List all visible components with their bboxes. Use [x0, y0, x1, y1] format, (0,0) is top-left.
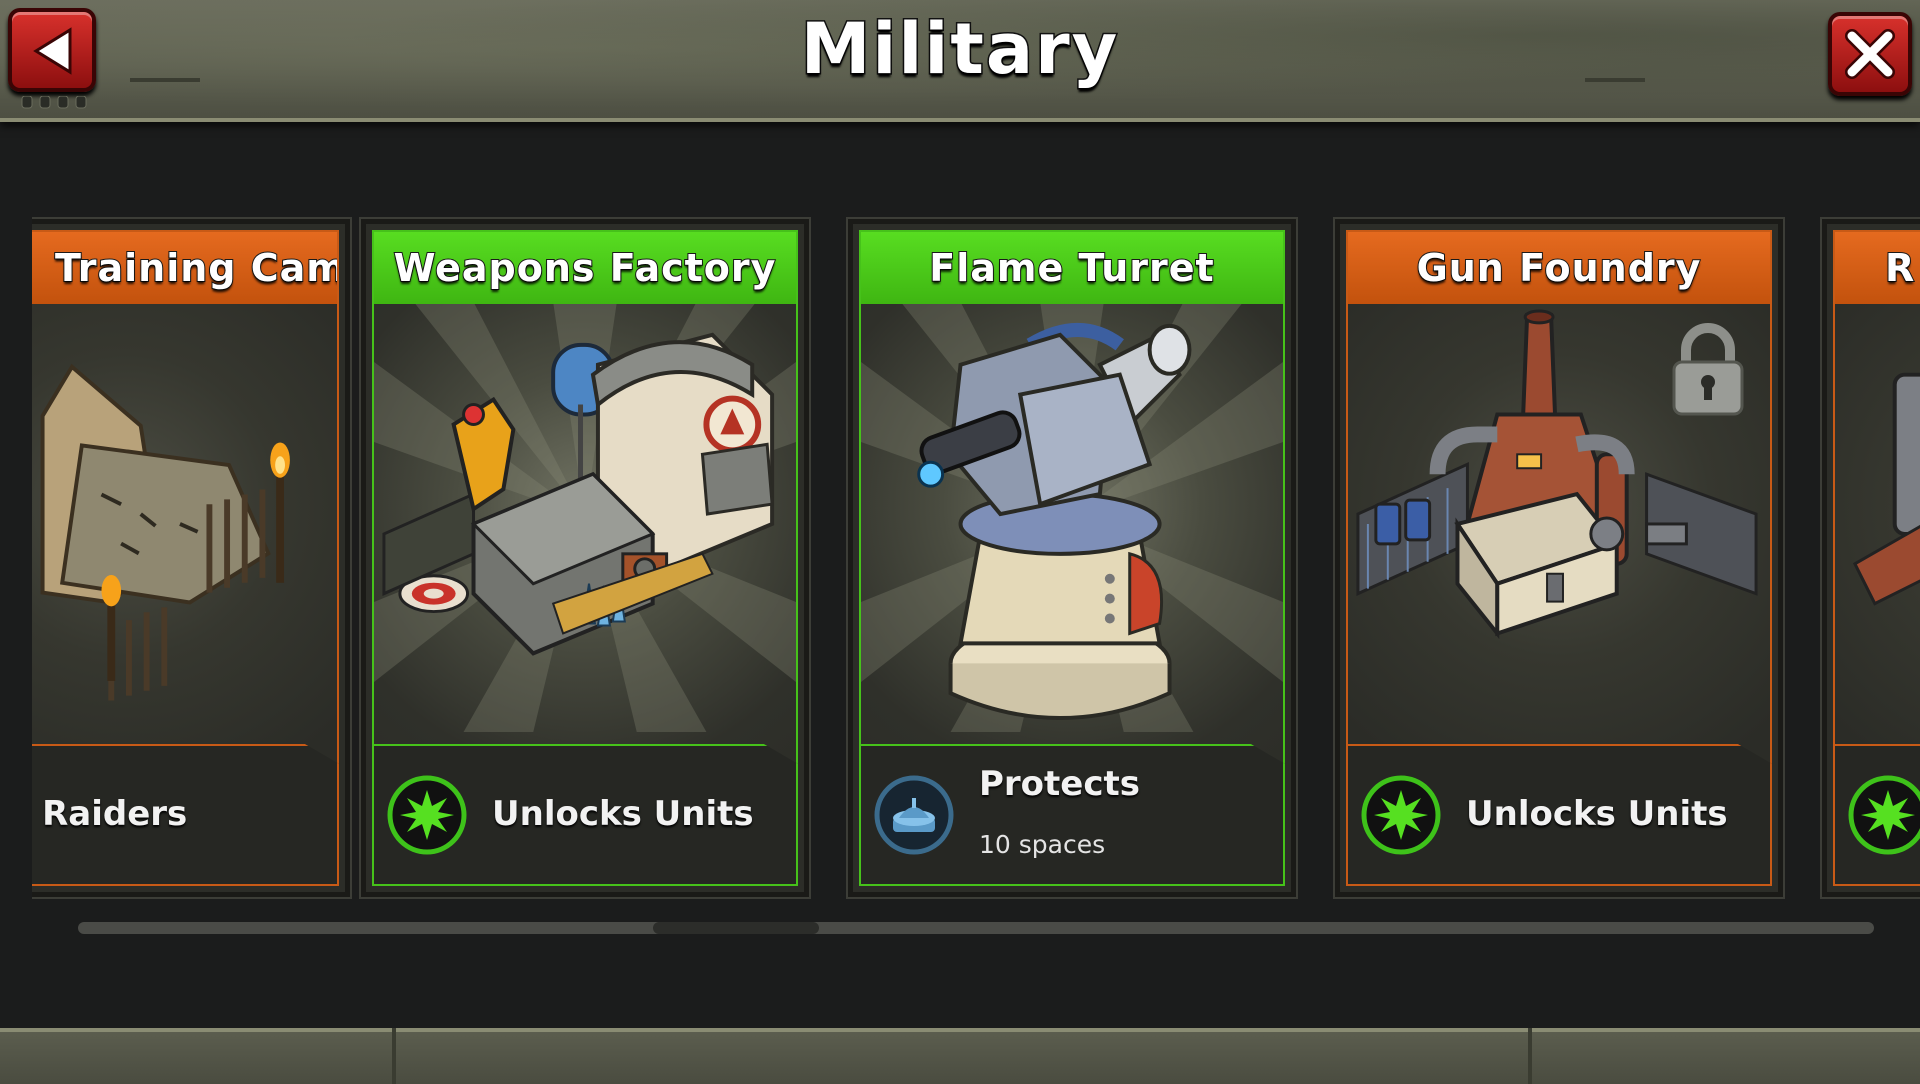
card-info-text: Protects — [979, 764, 1141, 804]
back-arrow-icon — [33, 27, 72, 75]
green-starburst-icon — [1848, 775, 1920, 855]
building-card-flame-turret[interactable]: Flame Turret Protects 10 spaces — [848, 219, 1296, 897]
weapons-factory-illustration — [382, 332, 775, 656]
flame-turret-illustration — [917, 323, 1192, 721]
card-info-subtext: 10 spaces — [979, 830, 1106, 859]
scrollbar-thumb[interactable] — [653, 922, 819, 934]
card-info-panel — [1833, 744, 1920, 886]
card-info-panel: Unlocks Units — [372, 744, 798, 886]
card-info-panel: Trains Raiders — [32, 744, 339, 886]
card-title: Flame Turret — [861, 232, 1283, 304]
building-illustration — [1852, 372, 1920, 606]
horizontal-scrollbar[interactable] — [78, 922, 1874, 934]
building-card-training-camp[interactable]: Training Camp Trains Raiders — [32, 219, 350, 897]
card-info-text: Unlocks Units — [492, 794, 754, 834]
lock-icon — [1672, 323, 1744, 416]
building-card-weapons-factory[interactable]: Weapons Factory Unlocks Units — [361, 219, 809, 897]
card-title: Training Camp — [32, 232, 337, 304]
page-title: Military — [799, 7, 1120, 92]
card-title: Gun Foundry — [1348, 232, 1770, 304]
card-title: Weapons Factory — [374, 232, 796, 304]
top-bar: Military — [0, 0, 1920, 122]
card-title: R — [1835, 232, 1920, 304]
card-info-text: Unlocks Units — [1466, 794, 1728, 834]
green-starburst-icon — [1361, 775, 1441, 855]
back-button[interactable] — [8, 8, 96, 92]
training-camp-illustration — [40, 363, 290, 701]
green-starburst-icon — [387, 775, 467, 855]
footer-seam — [1528, 1028, 1532, 1084]
building-carousel[interactable]: Training Camp Trains Raiders — [32, 215, 1920, 905]
close-icon — [1845, 29, 1895, 79]
card-info-panel: Protects 10 spaces — [859, 744, 1285, 886]
card-info-text: Trains Raiders — [32, 794, 188, 834]
close-button[interactable] — [1828, 12, 1912, 96]
back-button-treads — [21, 96, 87, 109]
building-card-gun-foundry[interactable]: Gun Foundry Unlocks Units — [1335, 219, 1783, 897]
card-info-panel: Unlocks Units — [1346, 744, 1772, 886]
footer-seam — [392, 1028, 396, 1084]
bottom-bar — [0, 1028, 1920, 1084]
defense-dome-icon — [874, 775, 954, 855]
building-card-partial[interactable]: R — [1822, 219, 1920, 897]
